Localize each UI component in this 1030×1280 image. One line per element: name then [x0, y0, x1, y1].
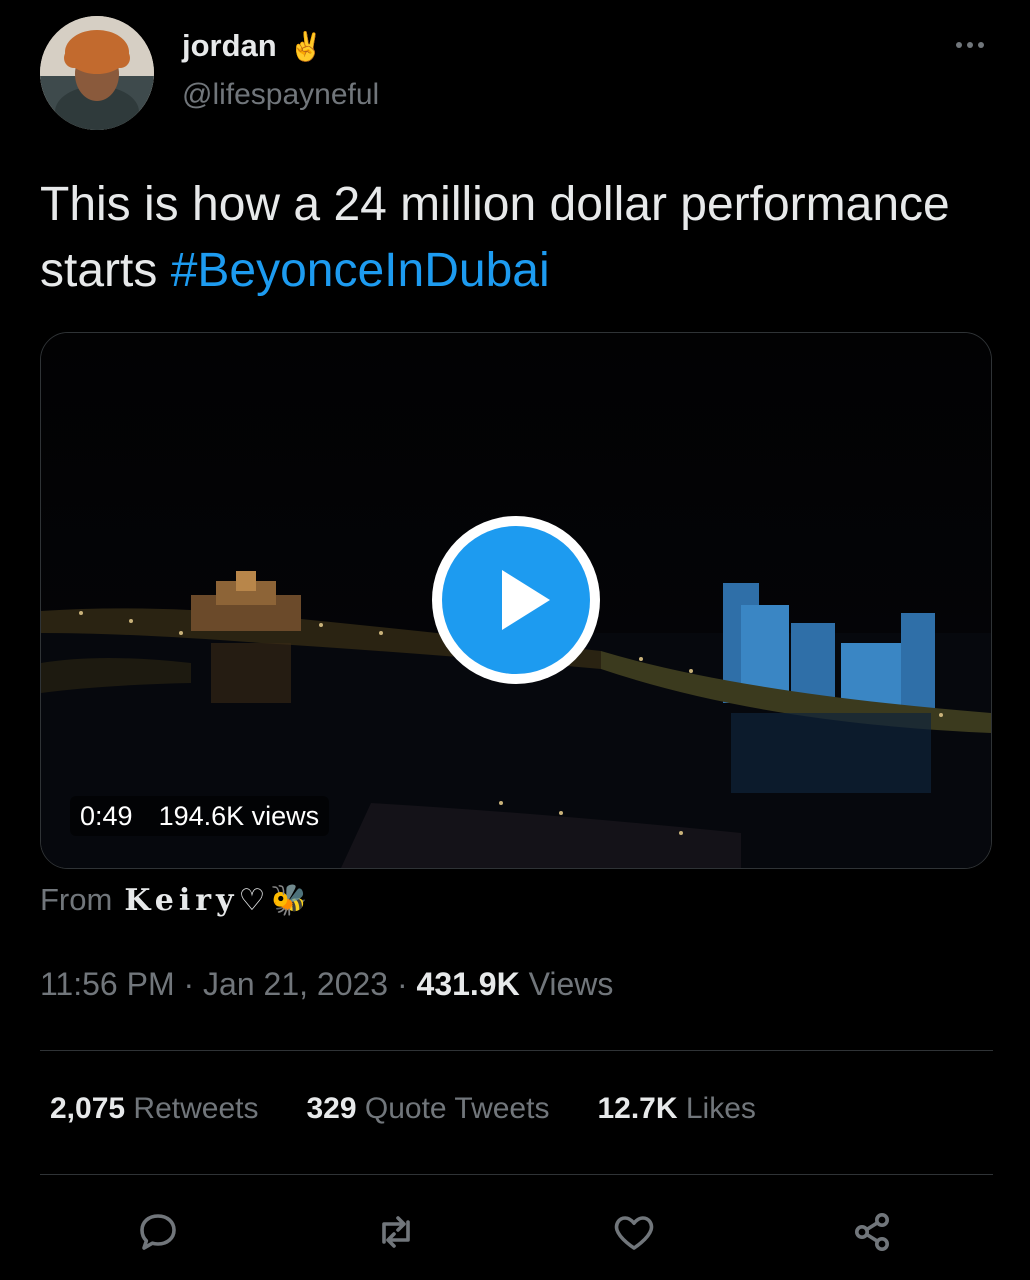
quote-tweets-stat[interactable]: 329 Quote Tweets: [306, 1092, 549, 1126]
tweet-text: This is how a 24 million dollar performa…: [40, 172, 1000, 304]
user-handle[interactable]: @lifespayneful: [182, 78, 379, 112]
divider: [40, 1174, 993, 1175]
likes-stat[interactable]: 12.7K Likes: [597, 1092, 755, 1126]
retweets-stat[interactable]: 2,075 Retweets: [50, 1092, 258, 1126]
retweets-label: Retweets: [133, 1092, 259, 1125]
engagement-stats: 2,075 Retweets 329 Quote Tweets 12.7K Li…: [50, 1092, 756, 1126]
like-button[interactable]: [602, 1200, 666, 1264]
meta-separator: ·: [183, 966, 195, 1002]
avatar[interactable]: [40, 16, 154, 130]
likes-count: 12.7K: [597, 1092, 678, 1125]
share-button[interactable]: [840, 1200, 904, 1264]
views-label: Views: [528, 966, 614, 1002]
share-icon: [855, 1213, 889, 1251]
like-icon: [614, 1216, 654, 1250]
tweet-meta: 11:56 PM · Jan 21, 2023 · 431.9K Views: [40, 966, 613, 1003]
divider: [40, 1050, 993, 1051]
views-count: 431.9K: [416, 966, 520, 1002]
tweet-date[interactable]: Jan 21, 2023: [203, 966, 388, 1002]
retweet-button[interactable]: [364, 1200, 428, 1264]
display-name[interactable]: jordan ✌️: [182, 28, 324, 64]
quotes-label: Quote Tweets: [364, 1092, 550, 1125]
video-duration: 0:49: [80, 800, 133, 831]
quotes-count: 329: [306, 1092, 357, 1125]
retweets-count: 2,075: [50, 1092, 126, 1125]
reply-icon: [140, 1214, 176, 1250]
meta-separator: ·: [396, 966, 408, 1002]
source-prefix: From: [40, 882, 113, 917]
tweet-time[interactable]: 11:56 PM: [40, 966, 175, 1002]
play-icon: [442, 526, 590, 674]
peace-emoji-icon: ✌️: [288, 30, 324, 62]
more-icon[interactable]: [948, 30, 992, 60]
source-link[interactable]: Keiry♡🐝: [124, 883, 312, 918]
source-attribution: From Keiry♡🐝: [40, 882, 313, 918]
video-info-badge: 0:49 194.6K views: [70, 796, 330, 836]
display-name-text: jordan: [182, 28, 277, 63]
retweet-icon: [382, 1216, 410, 1248]
play-button[interactable]: [432, 516, 600, 684]
reply-button[interactable]: [126, 1200, 190, 1264]
likes-label: Likes: [685, 1092, 756, 1125]
video-views: 194.6K views: [158, 800, 320, 831]
hashtag-link[interactable]: #BeyonceInDubai: [171, 244, 550, 297]
